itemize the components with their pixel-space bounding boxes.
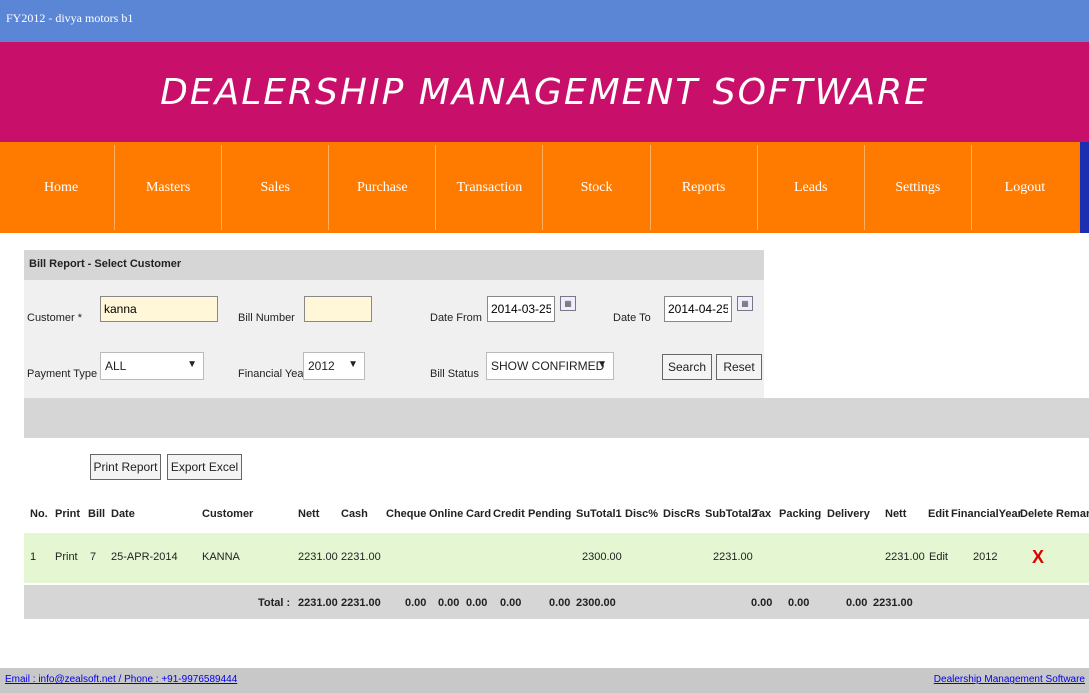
col-header-nett-final: Nett — [885, 508, 907, 520]
customer-input[interactable] — [100, 296, 218, 322]
contact-link[interactable]: Email : info@zealsoft.net / Phone : +91-… — [5, 674, 237, 685]
main-nav: Home Masters Sales Purchase Transaction … — [0, 142, 1089, 233]
calendar-icon[interactable]: ▦ — [560, 296, 576, 311]
print-report-button[interactable]: Print Report — [90, 454, 161, 480]
date-from-label: Date From — [430, 312, 482, 324]
total-nett-final: 2231.00 — [873, 597, 913, 609]
col-header-sutotal1: SuTotal1 — [576, 508, 622, 520]
col-header-disc-pct: Disc% — [625, 508, 659, 520]
total-tax: 0.00 — [751, 597, 773, 609]
reset-button[interactable]: Reset — [716, 354, 762, 380]
total-pending: 0.00 — [549, 597, 571, 609]
delete-icon[interactable]: X — [1032, 547, 1044, 568]
col-header-delivery: Delivery — [827, 508, 870, 520]
col-header-delete: Delete — [1020, 508, 1054, 520]
filter-panel: Bill Report - Select Customer — [24, 250, 764, 410]
cell-nett: 2231.00 — [298, 551, 338, 563]
col-header-nett: Nett — [298, 508, 320, 520]
col-header-print: Print — [55, 508, 81, 520]
cell-nett-final: 2231.00 — [885, 551, 925, 563]
nav-transaction[interactable]: Transaction — [436, 145, 544, 230]
col-header-no: No. — [30, 508, 48, 520]
col-header-disc-rs: DiscRs — [663, 508, 701, 520]
window-titlebar: FY2012 - divya motors b1 — [0, 0, 1089, 42]
bill-status-label: Bill Status — [430, 368, 479, 380]
col-header-customer: Customer — [202, 508, 254, 520]
nav-logout[interactable]: Logout — [972, 145, 1078, 230]
separator-strip — [24, 398, 1089, 438]
col-header-subtotal2: SubTotal2 — [705, 508, 758, 520]
cell-subtotal2: 2231.00 — [713, 551, 753, 563]
print-link[interactable]: Print — [55, 551, 78, 563]
col-header-bill: Bill — [88, 508, 106, 520]
chevron-down-icon: ▼ — [348, 359, 358, 370]
date-to-input[interactable] — [664, 296, 732, 322]
export-excel-button[interactable]: Export Excel — [167, 454, 242, 480]
col-header-packing: Packing — [779, 508, 822, 520]
total-credit: 0.00 — [500, 597, 522, 609]
payment-type-value: ALL — [105, 359, 127, 373]
col-header-credit: Credit — [493, 508, 525, 520]
nav-sales[interactable]: Sales — [222, 145, 330, 230]
cell-cash: 2231.00 — [341, 551, 381, 563]
total-sutotal1: 2300.00 — [576, 597, 616, 609]
nav-settings[interactable]: Settings — [865, 145, 972, 230]
panel-header: Bill Report - Select Customer — [24, 250, 764, 280]
customer-label: Customer * — [27, 312, 83, 324]
chevron-down-icon: ▼ — [187, 359, 197, 370]
nav-purchase[interactable]: Purchase — [329, 145, 437, 230]
nav-reports[interactable]: Reports — [651, 145, 758, 230]
total-label: Total : — [258, 597, 291, 609]
nav-masters[interactable]: Masters — [115, 145, 223, 230]
payment-type-label: Payment Type — [27, 368, 98, 380]
cell-customer: KANNA — [202, 551, 240, 563]
cell-bill: 7 — [90, 551, 97, 563]
nav-leads[interactable]: Leads — [758, 145, 865, 230]
panel-heading: Bill Report - Select Customer — [29, 258, 182, 270]
nav-home[interactable]: Home — [8, 145, 116, 230]
edit-link[interactable]: Edit — [929, 551, 948, 563]
nav-edge — [1080, 142, 1089, 233]
financial-year-select[interactable]: 2012 ▼ — [303, 352, 365, 380]
product-link[interactable]: Dealership Management Software — [934, 674, 1085, 685]
app-banner: DEALERSHIP MANAGEMENT SOFTWARE — [0, 42, 1089, 142]
cell-sutotal1: 2300.00 — [582, 551, 622, 563]
col-header-cash: Cash — [341, 508, 368, 520]
window-title: FY2012 - divya motors b1 — [6, 11, 134, 25]
chevron-down-icon: ▼ — [597, 359, 607, 370]
financial-year-label: Financial Year — [238, 368, 308, 380]
financial-year-value: 2012 — [308, 359, 335, 373]
total-cash: 2231.00 — [341, 597, 381, 609]
bill-number-label: Bill Number — [238, 312, 295, 324]
bill-status-value: SHOW CONFIRMED — [491, 359, 605, 373]
date-to-label: Date To — [613, 312, 651, 324]
total-card: 0.00 — [466, 597, 488, 609]
search-button[interactable]: Search — [662, 354, 712, 380]
col-header-online: Online — [429, 508, 464, 520]
total-delivery: 0.00 — [846, 597, 868, 609]
banner-title: DEALERSHIP MANAGEMENT SOFTWARE — [160, 72, 929, 113]
total-online: 0.00 — [438, 597, 460, 609]
nav-stock[interactable]: Stock — [543, 145, 651, 230]
date-from-input[interactable] — [487, 296, 555, 322]
cell-financial-year: 2012 — [973, 551, 998, 563]
col-header-card: Card — [466, 508, 492, 520]
col-header-tax: Tax — [753, 508, 772, 520]
col-header-edit: Edit — [928, 508, 949, 520]
payment-type-select[interactable]: ALL ▼ — [100, 352, 204, 380]
col-header-remarks: Remar — [1056, 508, 1089, 520]
footer: Email : info@zealsoft.net / Phone : +91-… — [0, 668, 1089, 693]
bill-number-input[interactable] — [304, 296, 372, 322]
col-header-financial-year: FinancialYear — [951, 508, 1022, 520]
col-header-pending: Pending — [528, 508, 572, 520]
total-packing: 0.00 — [788, 597, 810, 609]
bill-status-select[interactable]: SHOW CONFIRMED ▼ — [486, 352, 614, 380]
total-nett: 2231.00 — [298, 597, 338, 609]
total-cheque: 0.00 — [405, 597, 427, 609]
col-header-cheque: Cheque — [386, 508, 427, 520]
cell-date: 25-APR-2014 — [111, 551, 178, 563]
calendar-icon[interactable]: ▦ — [737, 296, 753, 311]
cell-no: 1 — [30, 551, 37, 563]
col-header-date: Date — [111, 508, 135, 520]
